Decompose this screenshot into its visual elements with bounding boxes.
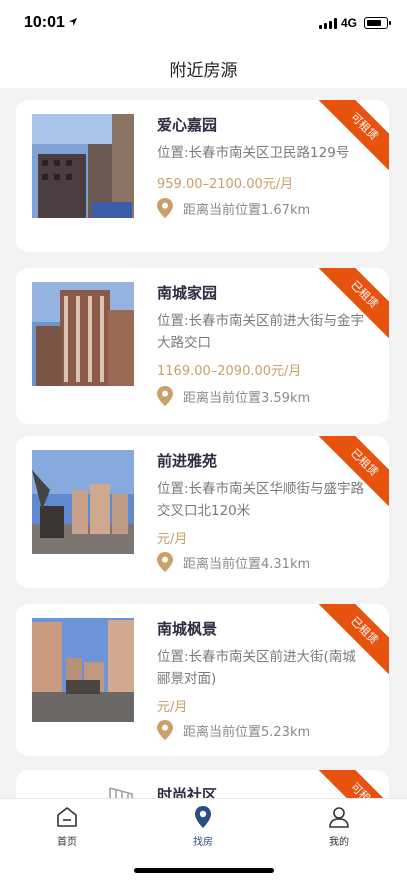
availability-badge: 已租赁	[315, 268, 389, 342]
listing-distance: 距离当前位置4.31km	[183, 557, 311, 572]
listing-distance: 距离当前位置1.67km	[183, 203, 311, 218]
tab-find-house[interactable]: 找房	[163, 805, 243, 849]
location-pin-icon	[157, 720, 173, 740]
listing-name: 南城枫景	[157, 620, 218, 638]
listing-card[interactable]: 南城家园 位置:长春市南关区前进大街与金宇大路交口 1169.00–2090.0…	[16, 268, 389, 424]
listing-name: 南城家园	[157, 284, 218, 302]
tab-find-house-label: 找房	[193, 837, 213, 848]
tab-profile-label: 我的	[329, 837, 349, 848]
listing-photo	[32, 450, 134, 554]
listing-photo	[32, 618, 134, 722]
availability-badge: 已租赁	[315, 604, 389, 678]
listing-name: 爱心嘉园	[157, 116, 218, 134]
battery-icon	[364, 17, 391, 29]
listing-photo	[32, 114, 134, 218]
listing-card[interactable]: 南城枫景 位置:长春市南关区前进大街(南城郦景对面) 元/月 距离当前位置5.2…	[16, 604, 389, 756]
location-pin-icon	[157, 386, 173, 406]
listing-price: 959.00–2100.00元/月	[157, 177, 294, 192]
status-bar: 10:01 4G	[0, 0, 407, 46]
listing-name: 时尚社区	[157, 786, 218, 798]
listing-photo	[32, 784, 134, 798]
availability-badge: 可租赁	[315, 770, 389, 798]
listing-list[interactable]: 爱心嘉园 位置:长春市南关区卫民路129号 959.00–2100.00元/月 …	[0, 88, 407, 798]
listing-price: 1169.00–2090.00元/月	[157, 364, 302, 379]
location-pin-icon	[195, 806, 211, 828]
location-pin-icon	[157, 552, 173, 572]
tab-profile[interactable]: 我的	[299, 805, 379, 849]
listing-price: 元/月	[157, 700, 188, 715]
availability-badge: 可租赁	[315, 100, 389, 174]
listing-card[interactable]: 时尚社区 可租赁	[16, 770, 389, 798]
location-arrow-icon	[69, 18, 77, 26]
listing-price: 元/月	[157, 532, 188, 547]
status-time: 10:01	[24, 14, 65, 31]
location-pin-icon	[157, 198, 173, 218]
listing-name: 前进雅苑	[157, 452, 218, 470]
tab-home-label: 首页	[57, 837, 77, 848]
home-indicator	[134, 868, 274, 873]
listing-card[interactable]: 前进雅苑 位置:长春市南关区华顺街与盛宇路交叉口北120米 元/月 距离当前位置…	[16, 436, 389, 588]
listing-card[interactable]: 爱心嘉园 位置:长春市南关区卫民路129号 959.00–2100.00元/月 …	[16, 100, 389, 252]
listing-photo	[32, 282, 134, 386]
page-title: 附近房源	[169, 61, 238, 81]
tab-home[interactable]: 首页	[27, 805, 107, 849]
cellular-signal-icon	[319, 18, 337, 29]
listing-distance: 距离当前位置5.23km	[183, 725, 311, 740]
home-icon	[57, 807, 77, 827]
network-type: 4G	[341, 16, 358, 30]
nav-bar: 附近房源	[0, 46, 407, 88]
availability-badge: 已租赁	[315, 436, 389, 510]
user-icon	[329, 807, 349, 828]
listing-distance: 距离当前位置3.59km	[183, 391, 311, 406]
